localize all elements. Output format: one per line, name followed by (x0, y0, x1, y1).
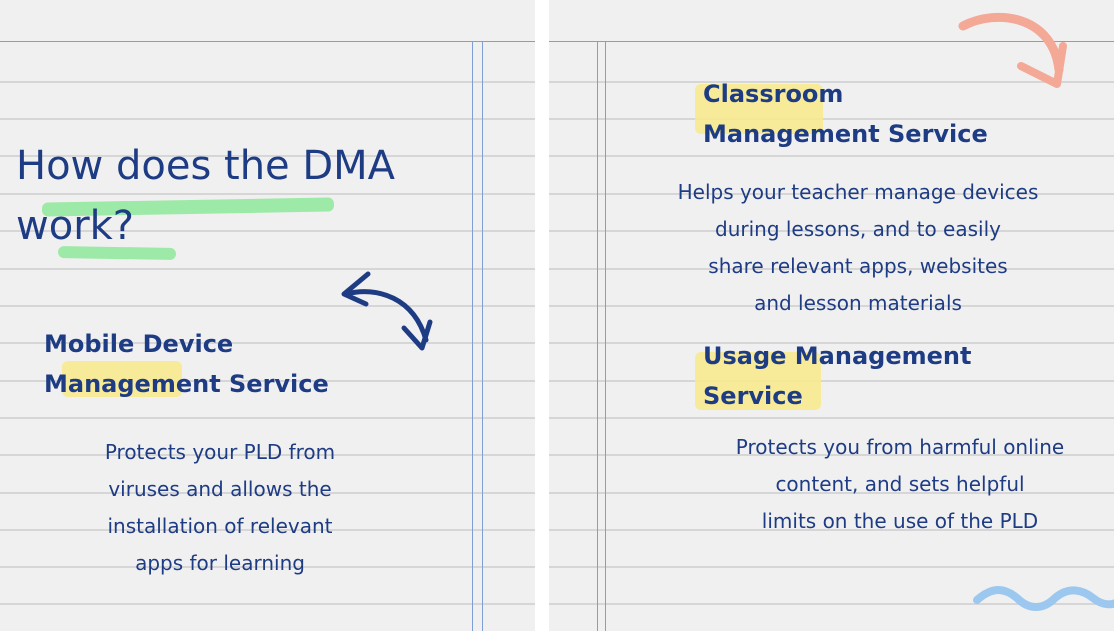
mdm-description: Protects your PLD from viruses and allow… (60, 434, 380, 582)
ruled-line (0, 268, 535, 270)
body-line: during lessons, and to easily (715, 217, 1001, 241)
ruled-line (549, 155, 1114, 157)
heading-line: Usage Management (703, 342, 972, 370)
ruled-line (0, 417, 535, 419)
body-line: Protects your PLD from (104, 440, 336, 464)
curved-double-arrow-icon (341, 271, 433, 351)
body-line: limits on the use of the PLD (761, 509, 1039, 533)
heading-line: Service (703, 382, 803, 410)
heading-line: Classroom (703, 80, 844, 108)
heading-line: Management Service (703, 120, 988, 148)
ruled-line (549, 566, 1114, 568)
margin-line (472, 42, 473, 631)
title-line: work? (16, 203, 135, 249)
left-notebook-page: How does the DMA work? Mobile Device Man… (0, 0, 535, 631)
margin-line (482, 42, 483, 631)
body-line: Helps your teacher manage devices (677, 180, 1039, 204)
cms-heading: Classroom Management Service (703, 74, 988, 154)
page-title: How does the DMA work? (16, 136, 395, 256)
ruled-line (0, 603, 535, 605)
body-line: share relevant apps, websites (708, 254, 1008, 278)
ums-heading: Usage Management Service (703, 336, 971, 416)
body-line: Protects you from harmful online (735, 435, 1065, 459)
body-line: content, and sets helpful (775, 472, 1025, 496)
squiggle-icon (973, 586, 1114, 611)
right-notebook-page: Classroom Management Service Helps your … (549, 0, 1114, 631)
body-line: viruses and allows the (108, 477, 332, 501)
cms-description: Helps your teacher manage devices during… (653, 174, 1063, 322)
heading-line: Management Service (44, 370, 329, 398)
title-line: How does the DMA (16, 143, 396, 189)
heading-line: Mobile Device (44, 330, 234, 358)
body-line: installation of relevant (107, 514, 333, 538)
margin-line (597, 42, 598, 631)
ruled-line (549, 417, 1114, 419)
ums-description: Protects you from harmful online content… (695, 429, 1105, 540)
top-rule (0, 41, 535, 42)
body-line: and lesson materials (754, 291, 962, 315)
ruled-line (0, 81, 535, 83)
margin-line (605, 42, 606, 631)
body-line: apps for learning (135, 551, 305, 575)
ruled-line (0, 305, 535, 307)
ruled-line (0, 118, 535, 120)
mdm-heading: Mobile Device Management Service (44, 324, 329, 404)
